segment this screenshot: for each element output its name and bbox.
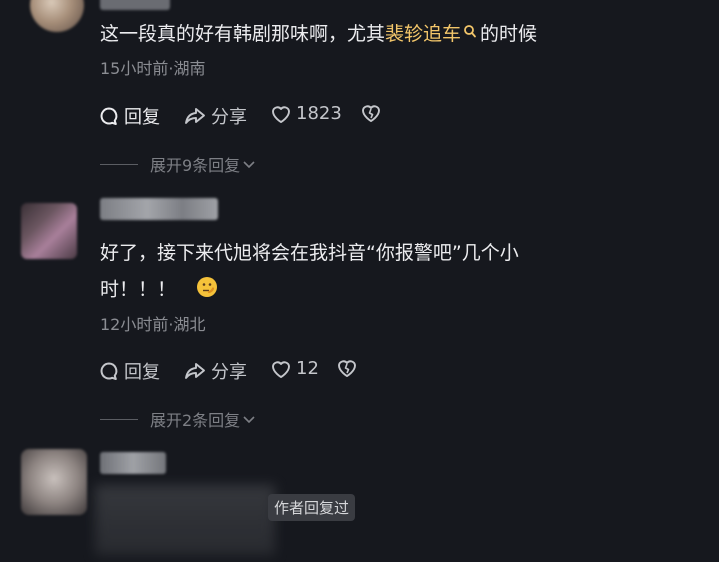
reply-icon (98, 105, 120, 127)
chevron-down-icon (242, 155, 256, 174)
share-label: 分享 (211, 107, 247, 128)
reply-button[interactable]: 回复 (98, 358, 160, 384)
comment-text-part: 的时候 (480, 23, 538, 45)
like-count: 1823 (296, 103, 342, 124)
reply-button[interactable]: 回复 (98, 103, 160, 129)
dislike-heart-icon (336, 358, 358, 378)
username-blurred[interactable] (100, 0, 170, 10)
avatar[interactable] (21, 449, 87, 515)
avatar[interactable] (30, 0, 84, 32)
divider-line (100, 418, 138, 420)
search-keyword-link[interactable]: 裴轸追车 (385, 23, 461, 45)
username-blurred[interactable] (100, 198, 218, 220)
comment-text-line: 时！！！ (100, 276, 218, 304)
comment-text-line: 好了，接下来代旭将会在我抖音“你报警吧”几个小 (100, 242, 519, 264)
comment-meta: 15小时前·湖南 (100, 59, 206, 78)
expand-replies-button[interactable]: 展开2条回复 (100, 407, 256, 431)
like-button[interactable]: 12 (270, 358, 319, 379)
share-button[interactable]: 分享 (183, 358, 247, 384)
avatar[interactable] (21, 203, 77, 259)
comment-text-part: 时！！！ (100, 278, 177, 301)
reply-label: 回复 (124, 107, 160, 128)
chevron-down-icon (242, 410, 256, 429)
comment-text-blurred (95, 485, 275, 555)
expand-replies-button[interactable]: 展开9条回复 (100, 152, 256, 176)
divider-line (100, 163, 138, 165)
comment-meta: 12小时前·湖北 (100, 315, 206, 334)
heart-icon (270, 104, 292, 124)
share-button[interactable]: 分享 (183, 103, 247, 129)
share-icon (183, 360, 207, 382)
comment-text-part: 这一段真的好有韩剧那味啊，尤其 (100, 23, 386, 45)
dislike-button[interactable] (336, 358, 358, 378)
dislike-button[interactable] (360, 103, 382, 123)
author-replied-badge: 作者回复过 (268, 494, 356, 521)
reply-icon (98, 360, 120, 382)
like-count: 12 (296, 358, 319, 379)
share-icon (183, 105, 207, 127)
expand-replies-label: 展开9条回复 (150, 156, 241, 175)
search-icon[interactable] (463, 22, 477, 46)
username-blurred[interactable] (100, 452, 166, 474)
reply-label: 回复 (124, 362, 160, 383)
like-button[interactable]: 1823 (270, 103, 342, 124)
share-label: 分享 (211, 362, 247, 383)
thinking-emoji (196, 276, 218, 304)
dislike-heart-icon (360, 103, 382, 123)
comment-text: 这一段真的好有韩剧那味啊，尤其裴轸追车 的时候 (100, 22, 537, 46)
expand-replies-label: 展开2条回复 (150, 411, 241, 430)
heart-icon (270, 359, 292, 379)
